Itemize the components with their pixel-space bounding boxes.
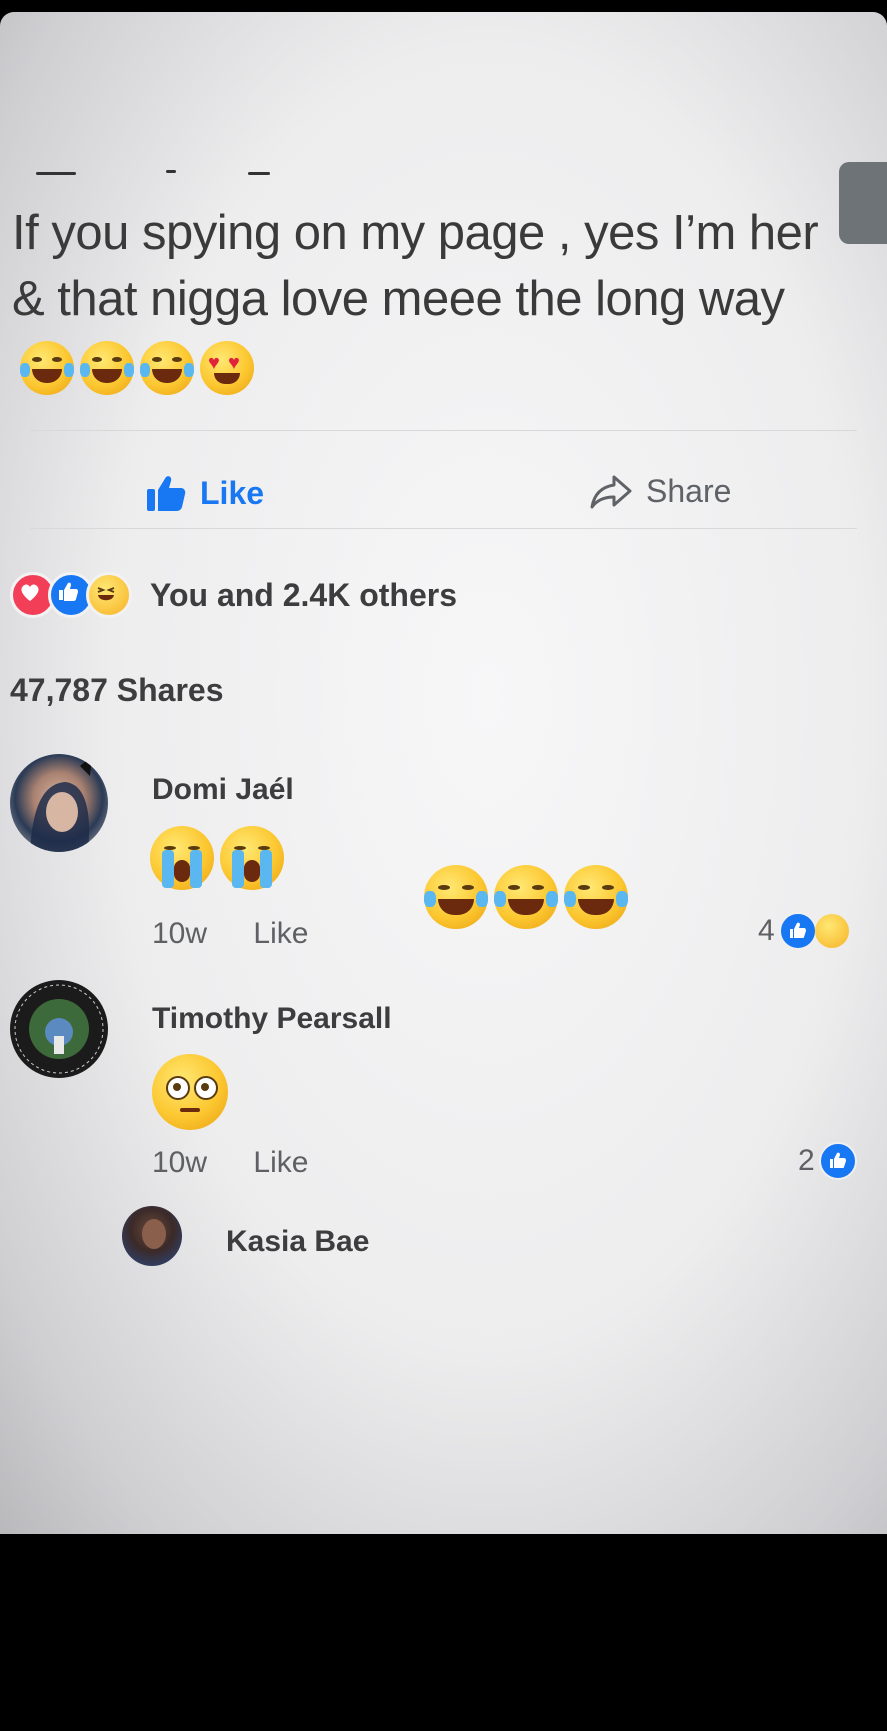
- hug-reaction-icon: [814, 914, 849, 948]
- comment-reaction-count[interactable]: 2: [798, 1142, 857, 1180]
- like-reaction-icon: [778, 912, 817, 950]
- comment-timestamp: 10w: [152, 1146, 208, 1179]
- divider: [30, 528, 857, 529]
- tears-of-joy-emoji: [140, 341, 194, 396]
- comment-timestamp: 10w: [152, 917, 208, 950]
- comment-emojis: [150, 826, 284, 890]
- reaction-count: 2: [798, 1144, 815, 1177]
- reactions-summary[interactable]: You and 2.4K others: [10, 572, 457, 618]
- flushed-emoji: [152, 1054, 228, 1130]
- cropped-header-remnant: [36, 162, 296, 182]
- share-label: Share: [646, 473, 732, 509]
- divider: [30, 430, 857, 431]
- haha-reaction-icon: [86, 572, 132, 618]
- comment-meta: 10w Like: [152, 917, 346, 951]
- tears-of-joy-emoji: [494, 865, 558, 929]
- comment-like-button[interactable]: Like: [253, 1146, 308, 1179]
- side-tab: [839, 162, 887, 244]
- heart-eyes-emoji: ♥ ♥: [200, 341, 254, 396]
- loudly-crying-emoji: [220, 826, 284, 890]
- commenter-name[interactable]: Domi Jaél: [152, 773, 294, 807]
- tears-of-joy-emoji: [564, 865, 628, 929]
- post-emojis: ♥ ♥: [20, 341, 254, 396]
- like-reaction-icon: [818, 1142, 857, 1180]
- shares-count[interactable]: 47,787 Shares: [10, 672, 224, 709]
- share-button[interactable]: Share: [590, 473, 731, 510]
- like-button[interactable]: Like: [146, 473, 264, 513]
- commenter-avatar[interactable]: [122, 1206, 182, 1266]
- commenter-avatar[interactable]: [10, 754, 108, 852]
- thumbs-up-icon: [147, 476, 186, 511]
- post-action-bar: Like Share: [0, 467, 887, 527]
- post-body: If you spying on my page , yes I’m her &…: [12, 206, 819, 326]
- comment-meta: 10w Like: [152, 1146, 346, 1180]
- comment-emojis-second-line: [424, 865, 628, 929]
- reaction-count: 4: [758, 914, 775, 947]
- tears-of-joy-emoji: [20, 341, 74, 396]
- bottom-black-area: [0, 1534, 887, 1731]
- comment-like-button[interactable]: Like: [253, 917, 308, 950]
- commenter-name[interactable]: Timothy Pearsall: [152, 1002, 392, 1036]
- screenshot-frame: If you spying on my page , yes I’m her &…: [0, 12, 887, 1534]
- comment-reaction-count[interactable]: 4: [758, 912, 849, 950]
- commenter-avatar[interactable]: [10, 980, 108, 1078]
- like-label: Like: [200, 474, 265, 511]
- comment-emojis: [152, 1054, 228, 1130]
- loudly-crying-emoji: [150, 826, 214, 890]
- tears-of-joy-emoji: [80, 341, 134, 396]
- reactions-summary-text: You and 2.4K others: [150, 576, 458, 613]
- commenter-name[interactable]: Kasia Bae: [226, 1225, 369, 1259]
- tears-of-joy-emoji: [424, 865, 488, 929]
- post-text: If you spying on my page , yes I’m her &…: [12, 200, 832, 398]
- share-arrow-icon: [590, 475, 632, 508]
